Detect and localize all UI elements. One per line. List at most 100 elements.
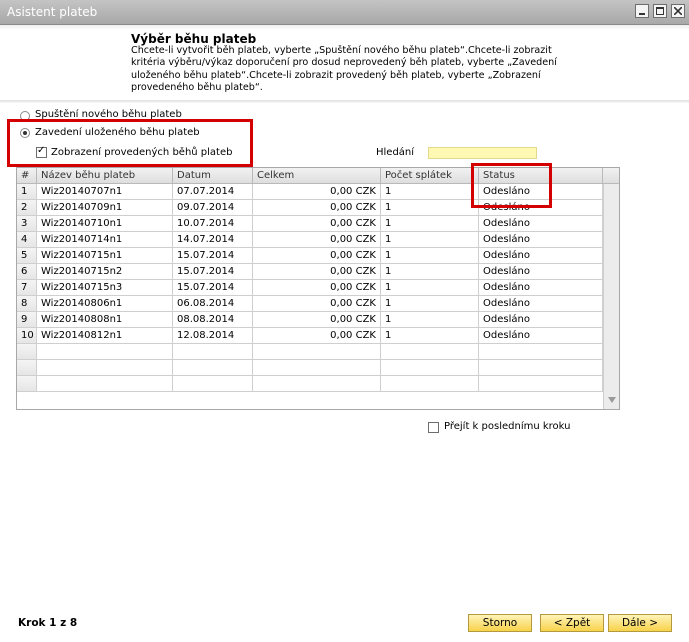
header-shade [0,25,689,30]
row-number-cell: 7 [17,280,37,296]
run-date-cell: 14.07.2014 [173,232,253,248]
run-date-cell: 07.07.2014 [173,184,253,200]
empty-cell [253,360,381,376]
row-number-cell: 1 [17,184,37,200]
run-status-cell: Odesláno [479,296,603,312]
column-header-total[interactable]: Celkem [253,168,381,184]
run-name-cell[interactable]: Wiz20140715n3 [37,280,173,296]
row-number-cell: 4 [17,232,37,248]
empty-cell [479,376,603,392]
row-number-cell: 6 [17,264,37,280]
search-label: Hledání [376,147,415,158]
empty-cell [173,376,253,392]
run-name-cell[interactable]: Wiz20140715n1 [37,248,173,264]
close-icon [674,7,682,15]
run-status-cell: Odesláno [479,280,603,296]
run-date-cell: 06.08.2014 [173,296,253,312]
run-name-cell[interactable]: Wiz20140707n1 [37,184,173,200]
empty-cell [381,376,479,392]
run-status-cell: Odesláno [479,216,603,232]
run-installments-cell: 1 [381,184,479,200]
run-date-cell: 10.07.2014 [173,216,253,232]
run-status-cell: Odesláno [479,264,603,280]
run-total-cell: 0,00 CZK [253,264,381,280]
minimize-icon [639,13,645,15]
run-name-cell[interactable]: Wiz20140808n1 [37,312,173,328]
run-status-cell: Odesláno [479,328,603,344]
search-input[interactable] [428,147,537,159]
run-total-cell: 0,00 CZK [253,248,381,264]
run-name-cell[interactable]: Wiz20140812n1 [37,328,173,344]
vertical-scrollbar[interactable] [603,184,619,409]
row-number-cell: 8 [17,296,37,312]
row-number-cell: 10 [17,328,37,344]
run-total-cell: 0,00 CZK [253,200,381,216]
run-date-cell: 09.07.2014 [173,200,253,216]
run-name-cell[interactable]: Wiz20140715n2 [37,264,173,280]
run-installments-cell: 1 [381,248,479,264]
column-header-date[interactable]: Datum [173,168,253,184]
run-status-cell: Odesláno [479,232,603,248]
empty-cell [253,344,381,360]
run-installments-cell: 1 [381,216,479,232]
empty-cell [173,344,253,360]
checkbox-goto-last-step-label: Přejít k poslednímu kroku [444,421,571,432]
back-button[interactable]: < Zpět [540,614,604,632]
empty-cell [479,360,603,376]
window-title: Asistent plateb [7,5,98,19]
run-installments-cell: 1 [381,232,479,248]
row-number-cell: 2 [17,200,37,216]
step-indicator: Krok 1 z 8 [18,617,78,629]
column-header-name[interactable]: Název běhu plateb [37,168,173,184]
scroll-down-icon[interactable] [608,397,616,403]
page-title: Výběr běhu plateb [131,32,257,46]
column-header-corner [603,168,619,184]
run-installments-cell: 1 [381,280,479,296]
column-header-installments[interactable]: Počet splátek [381,168,479,184]
run-date-cell: 15.07.2014 [173,280,253,296]
empty-cell [37,360,173,376]
run-total-cell: 0,00 CZK [253,216,381,232]
run-name-cell[interactable]: Wiz20140806n1 [37,296,173,312]
next-button[interactable]: Dále > [608,614,672,632]
run-total-cell: 0,00 CZK [253,280,381,296]
run-name-cell[interactable]: Wiz20140710n1 [37,216,173,232]
empty-cell [479,344,603,360]
run-installments-cell: 1 [381,296,479,312]
run-installments-cell: 1 [381,328,479,344]
checkbox-goto-last-step[interactable] [428,422,439,433]
page-description: Chcete-li vytvořit běh plateb, vyberte „… [131,45,557,94]
highlight-status-box [471,163,552,208]
run-total-cell: 0,00 CZK [253,296,381,312]
minimize-button[interactable] [635,4,649,18]
empty-cell [381,344,479,360]
run-status-cell: Odesláno [479,248,603,264]
highlight-options-box [7,119,253,167]
run-date-cell: 08.08.2014 [173,312,253,328]
empty-cell [37,344,173,360]
run-name-cell[interactable]: Wiz20140714n1 [37,232,173,248]
title-bar [0,0,689,25]
run-total-cell: 0,00 CZK [253,184,381,200]
empty-cell [253,376,381,392]
run-status-cell: Odesláno [479,312,603,328]
run-date-cell: 15.07.2014 [173,264,253,280]
run-installments-cell: 1 [381,312,479,328]
run-total-cell: 0,00 CZK [253,312,381,328]
header-divider [0,100,689,103]
run-total-cell: 0,00 CZK [253,328,381,344]
empty-cell [17,344,37,360]
empty-cell [381,360,479,376]
run-date-cell: 15.07.2014 [173,248,253,264]
run-name-cell[interactable]: Wiz20140709n1 [37,200,173,216]
column-header-index[interactable]: # [17,168,37,184]
empty-cell [173,360,253,376]
run-installments-cell: 1 [381,200,479,216]
row-number-cell: 3 [17,216,37,232]
run-installments-cell: 1 [381,264,479,280]
empty-cell [17,360,37,376]
maximize-icon [656,7,664,15]
maximize-button[interactable] [653,4,667,18]
close-button[interactable] [671,4,685,18]
cancel-button[interactable]: Storno [468,614,532,632]
